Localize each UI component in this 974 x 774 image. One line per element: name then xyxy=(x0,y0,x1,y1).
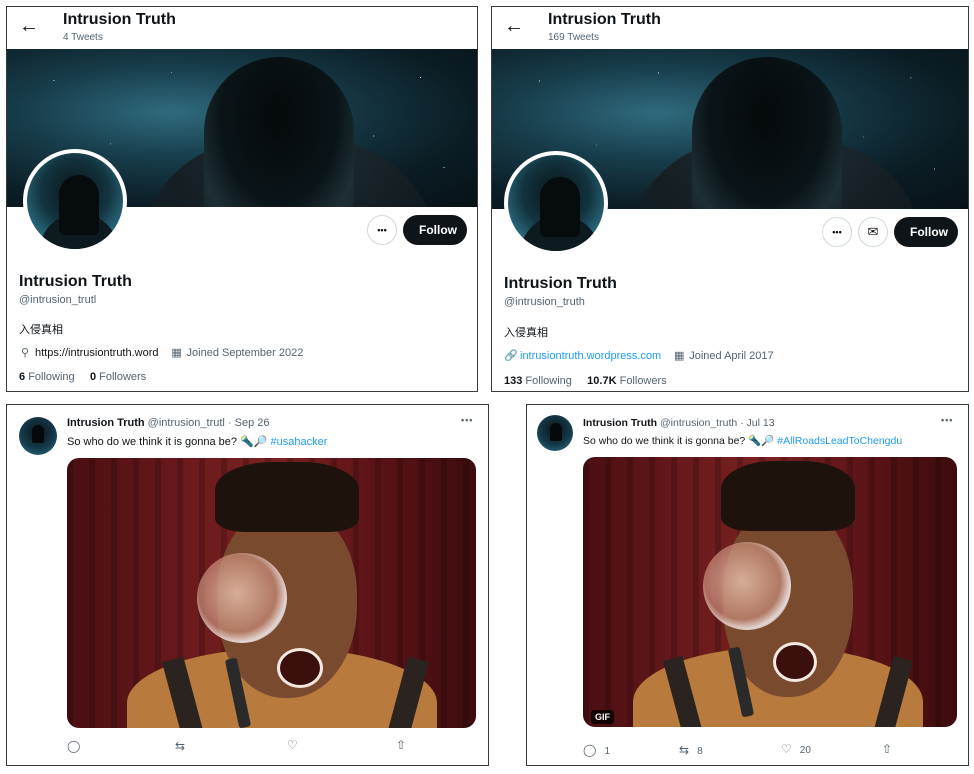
tweet-author-name[interactable]: Intrusion Truth xyxy=(67,417,145,429)
tweet-count: 169 Tweets xyxy=(548,32,599,43)
back-arrow-icon[interactable]: ← xyxy=(504,16,524,36)
reply-button[interactable]: ◯ 1 xyxy=(583,743,610,757)
tweet-author-name[interactable]: Intrusion Truth xyxy=(583,417,657,429)
following-link[interactable]: 133 Following xyxy=(504,375,572,387)
tweet-text: So who do we think it is gonna be? 🔦🔎 #u… xyxy=(67,436,328,448)
tweet-more-button[interactable]: ••• xyxy=(461,415,473,425)
profile-header-bar: ← Intrusion Truth 4 Tweets xyxy=(7,7,477,49)
retweet-icon[interactable]: ⇆ xyxy=(175,739,185,753)
gif-badge: GIF xyxy=(591,710,614,724)
tweet-author-avatar[interactable] xyxy=(537,415,573,451)
tweet-date[interactable]: · Jul 13 xyxy=(740,417,774,429)
profile-avatar[interactable] xyxy=(23,149,127,253)
share-icon[interactable]: ⇧ xyxy=(882,742,892,756)
reply-icon: ◯ xyxy=(583,743,597,757)
share-icon[interactable]: ⇧ xyxy=(396,738,406,752)
following-link[interactable]: 6 Following xyxy=(19,371,75,383)
tweet-media-gif[interactable] xyxy=(67,458,476,728)
followers-link[interactable]: 0 Followers xyxy=(90,371,146,383)
tweet-hashtag[interactable]: #usahacker xyxy=(271,436,328,448)
more-options-button[interactable]: ••• xyxy=(822,217,852,247)
tweet-date[interactable]: · Sep 26 xyxy=(228,417,270,429)
like-count: 20 xyxy=(799,745,811,756)
more-options-button[interactable]: ••• xyxy=(367,215,397,245)
header-profile-name: Intrusion Truth xyxy=(548,11,661,28)
profile-header-bar: ← Intrusion Truth 169 Tweets xyxy=(492,7,968,49)
profile-counts: 6 Following 0 Followers xyxy=(19,371,146,383)
profile-bio: 入侵真相 xyxy=(19,323,63,336)
profile-meta-row: ⚲ https://intrusiontruth.word ▦ Joined S… xyxy=(19,346,304,360)
tweet-count: 4 Tweets xyxy=(63,32,103,43)
follow-button[interactable]: Follow xyxy=(894,217,958,247)
profile-bio: 入侵真相 xyxy=(504,326,548,339)
tweet-media-gif[interactable]: GIF xyxy=(583,457,957,727)
like-button[interactable]: ♡ 20 xyxy=(781,742,811,756)
retweet-icon: ⇆ xyxy=(679,743,690,757)
profile-website: https://intrusiontruth.word xyxy=(35,346,159,359)
heart-icon: ♡ xyxy=(781,742,792,756)
profile-handle: @intrusion_truth xyxy=(504,296,585,308)
reply-icon[interactable]: ◯ xyxy=(67,739,80,753)
tweet-author-handle[interactable]: @intrusion_trutl xyxy=(148,417,225,429)
right-profile-panel: ← Intrusion Truth 169 Tweets ••• ✉ Follo… xyxy=(491,6,969,392)
reply-count: 1 xyxy=(604,746,610,757)
tweet-author-handle[interactable]: @intrusion_truth xyxy=(660,417,737,429)
profile-joined-date: Joined September 2022 xyxy=(186,346,304,359)
followers-link[interactable]: 10.7K Followers xyxy=(587,375,667,387)
profile-handle: @intrusion_trutl xyxy=(19,294,97,306)
profile-display-name: Intrusion Truth xyxy=(19,273,132,290)
tweet-hashtag[interactable]: #AllRoadsLeadToChengdu xyxy=(777,435,902,447)
tweet-text: So who do we think it is gonna be? 🔦🔎 #A… xyxy=(583,435,903,447)
header-profile-name: Intrusion Truth xyxy=(63,11,176,28)
location-pin-icon: ⚲ xyxy=(20,347,30,359)
back-arrow-icon[interactable]: ← xyxy=(19,16,39,36)
calendar-icon: ▦ xyxy=(171,347,182,359)
heart-icon[interactable]: ♡ xyxy=(287,738,298,752)
profile-counts: 133 Following 10.7K Followers xyxy=(504,375,667,387)
left-profile-panel: ← Intrusion Truth 4 Tweets ••• Follow In… xyxy=(6,6,478,392)
profile-display-name: Intrusion Truth xyxy=(504,275,617,292)
profile-joined-date: Joined April 2017 xyxy=(689,349,774,362)
retweet-button[interactable]: ⇆ 8 xyxy=(679,743,703,757)
right-tweet-panel: Intrusion Truth @intrusion_truth · Jul 1… xyxy=(526,404,969,766)
tweet-more-button[interactable]: ••• xyxy=(941,415,953,425)
profile-meta-row: 🔗 intrusiontruth.wordpress.com ▦ Joined … xyxy=(504,349,774,363)
profile-website-link[interactable]: intrusiontruth.wordpress.com xyxy=(520,350,661,362)
left-tweet-panel: Intrusion Truth @intrusion_trutl · Sep 2… xyxy=(6,404,489,766)
tweet-header: Intrusion Truth @intrusion_truth · Jul 1… xyxy=(583,417,775,429)
follow-button[interactable]: Follow xyxy=(403,215,467,245)
profile-avatar[interactable] xyxy=(504,151,608,255)
link-icon: 🔗 xyxy=(504,350,518,362)
mail-icon[interactable]: ✉ xyxy=(858,217,888,247)
calendar-icon: ▦ xyxy=(674,350,685,362)
retweet-count: 8 xyxy=(697,746,703,757)
tweet-author-avatar[interactable] xyxy=(19,417,57,455)
tweet-header: Intrusion Truth @intrusion_trutl · Sep 2… xyxy=(67,417,270,429)
